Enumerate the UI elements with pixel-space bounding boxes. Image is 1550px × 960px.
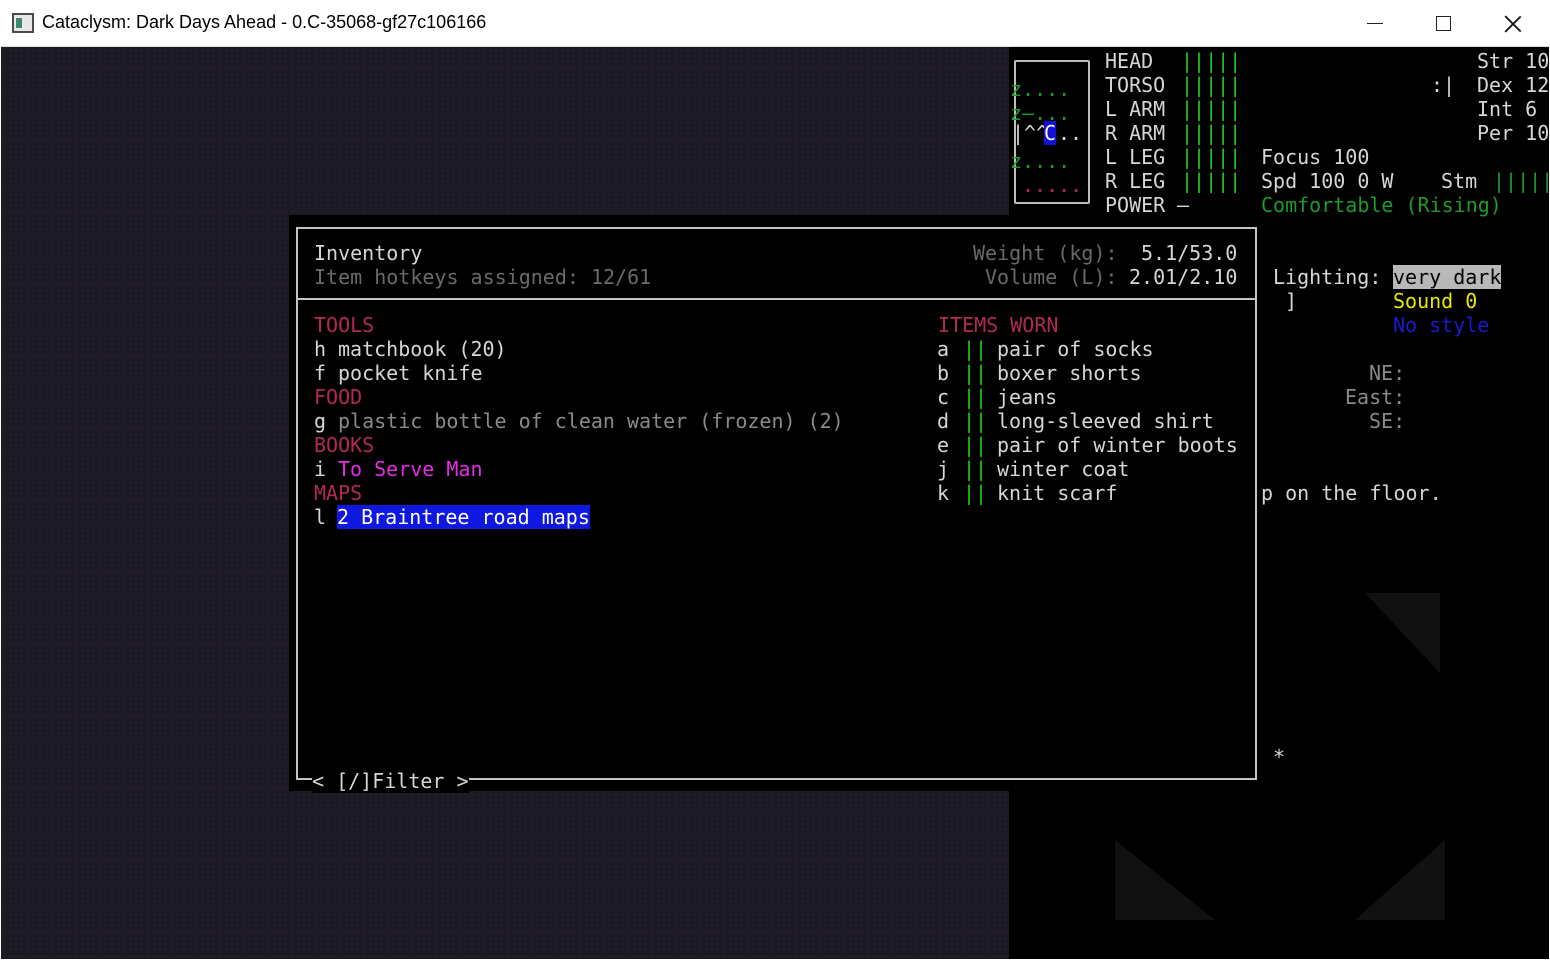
focus: Focus 100: [1261, 145, 1370, 169]
inventory-title: Inventory: [314, 241, 423, 265]
weight-label: Weight (kg):: [973, 241, 1118, 265]
bodypart-larm: L ARM: [1105, 97, 1166, 121]
speed: Spd 100 0 W: [1261, 169, 1394, 193]
inventory-item-pocket-knife[interactable]: pocket knife: [338, 361, 483, 385]
item-hotkey: c: [937, 385, 950, 409]
inventory-item-water-bottle[interactable]: plastic bottle of clean water (frozen) (…: [338, 409, 844, 433]
worn-marker: ||: [963, 409, 988, 433]
player-glyph: C: [1044, 121, 1057, 145]
item-hotkey: a: [937, 337, 950, 361]
item-hotkey: e: [937, 433, 950, 457]
bodypart-head-bar: |||||: [1181, 49, 1242, 73]
worn-item-shirt[interactable]: long-sleeved shirt: [997, 409, 1214, 433]
inventory-header-divider: [296, 298, 1257, 300]
compass-ne: NE:: [1369, 361, 1406, 385]
stat-str: Str 10: [1477, 49, 1550, 73]
item-hotkey: d: [937, 409, 950, 433]
item-hotkey: i: [314, 457, 327, 481]
worn-marker: ||: [963, 337, 988, 361]
message-log-line: p on the floor.: [1261, 481, 1442, 505]
item-hotkey: j: [937, 457, 950, 481]
item-hotkey: h: [314, 337, 327, 361]
bodypart-torso-bar: |||||: [1181, 73, 1242, 97]
stamina-bar: |||||: [1493, 169, 1550, 193]
inventory-item-book[interactable]: To Serve Man: [338, 457, 483, 481]
temperature: Comfortable (Rising): [1261, 193, 1502, 217]
power-label: POWER: [1105, 193, 1166, 217]
app-icon: [12, 13, 34, 33]
category-maps: MAPS: [314, 481, 363, 505]
bodypart-rleg-bar: |||||: [1181, 169, 1242, 193]
worn-item-socks[interactable]: pair of socks: [997, 337, 1154, 361]
worn-item-boxer-shorts[interactable]: boxer shorts: [997, 361, 1142, 385]
maximize-icon: [1435, 16, 1451, 31]
volume-label: Volume (L):: [985, 265, 1118, 289]
worn-marker: ||: [963, 457, 988, 481]
minimize-icon: [1367, 22, 1383, 25]
item-hotkey: g: [314, 409, 327, 433]
worn-item-knit-scarf[interactable]: knit scarf: [997, 481, 1117, 505]
volume-value: 2.01/2.10: [1129, 265, 1238, 289]
worn-marker: ||: [963, 361, 988, 385]
item-hotkey: k: [937, 481, 950, 505]
bodypart-rleg: R LEG: [1105, 169, 1166, 193]
minimize-button[interactable]: [1340, 0, 1410, 47]
stamina-label: Stm: [1441, 169, 1478, 193]
filter-prompt[interactable]: < [/]Filter >: [312, 769, 469, 793]
mood-face: :|: [1431, 73, 1456, 97]
sound-level: Sound 0: [1393, 289, 1478, 313]
item-hotkey: b: [937, 361, 950, 385]
maximize-button[interactable]: [1408, 0, 1478, 47]
compass-se: SE:: [1369, 409, 1406, 433]
minimap-row: ..: [1058, 121, 1083, 145]
martial-style: No style: [1393, 313, 1490, 337]
category-items-worn: ITEMS WORN: [938, 313, 1059, 337]
close-button[interactable]: [1478, 0, 1548, 47]
bodypart-larm-bar: |||||: [1181, 97, 1242, 121]
lighting-value: very dark: [1393, 265, 1502, 289]
bodypart-lleg-bar: |||||: [1181, 145, 1242, 169]
map-glyph: *: [1273, 745, 1286, 769]
window-title: Cataclysm: Dark Days Ahead - 0.C-35068-g…: [42, 12, 487, 32]
category-tools: TOOLS: [314, 313, 375, 337]
inventory-item-road-maps-selected[interactable]: 2 Braintree road maps: [337, 505, 590, 529]
bracket-glyph: ]: [1285, 289, 1298, 313]
close-icon: [1504, 15, 1522, 33]
stat-dex: Dex 12: [1477, 73, 1550, 97]
lighting-label: Lighting:: [1273, 265, 1382, 289]
item-hotkey: l: [314, 505, 327, 529]
power-value: —: [1177, 193, 1190, 217]
inventory-item-matchbook[interactable]: matchbook (20): [338, 337, 507, 361]
bodypart-rarm-bar: |||||: [1181, 121, 1242, 145]
stat-int: Int 6: [1477, 97, 1538, 121]
worn-marker: ||: [963, 385, 988, 409]
worn-marker: ||: [963, 433, 988, 457]
worn-marker: ||: [963, 481, 988, 505]
minimap-row: z....: [1010, 149, 1071, 173]
category-books: BOOKS: [314, 433, 375, 457]
worn-item-jeans[interactable]: jeans: [997, 385, 1057, 409]
window-titlebar: Cataclysm: Dark Days Ahead - 0.C-35068-g…: [0, 0, 1550, 47]
category-food: FOOD: [314, 385, 363, 409]
stat-per: Per 10: [1477, 121, 1550, 145]
worn-item-winter-coat[interactable]: winter coat: [997, 457, 1129, 481]
bodypart-rarm: R ARM: [1105, 121, 1166, 145]
worn-item-winter-boots[interactable]: pair of winter boots: [997, 433, 1238, 457]
minimap-row: |^^: [1012, 121, 1049, 145]
bodypart-torso: TORSO: [1105, 73, 1166, 97]
bodypart-lleg: L LEG: [1105, 145, 1166, 169]
weight-value: 5.1/53.0: [1141, 241, 1238, 265]
minimap-row: z....: [1010, 77, 1071, 101]
item-hotkey: f: [314, 361, 327, 385]
bodypart-head: HEAD: [1105, 49, 1154, 73]
compass-east: East:: [1345, 385, 1406, 409]
hotkeys-assigned: Item hotkeys assigned: 12/61: [314, 265, 652, 289]
minimap-row: .....: [1022, 173, 1083, 197]
